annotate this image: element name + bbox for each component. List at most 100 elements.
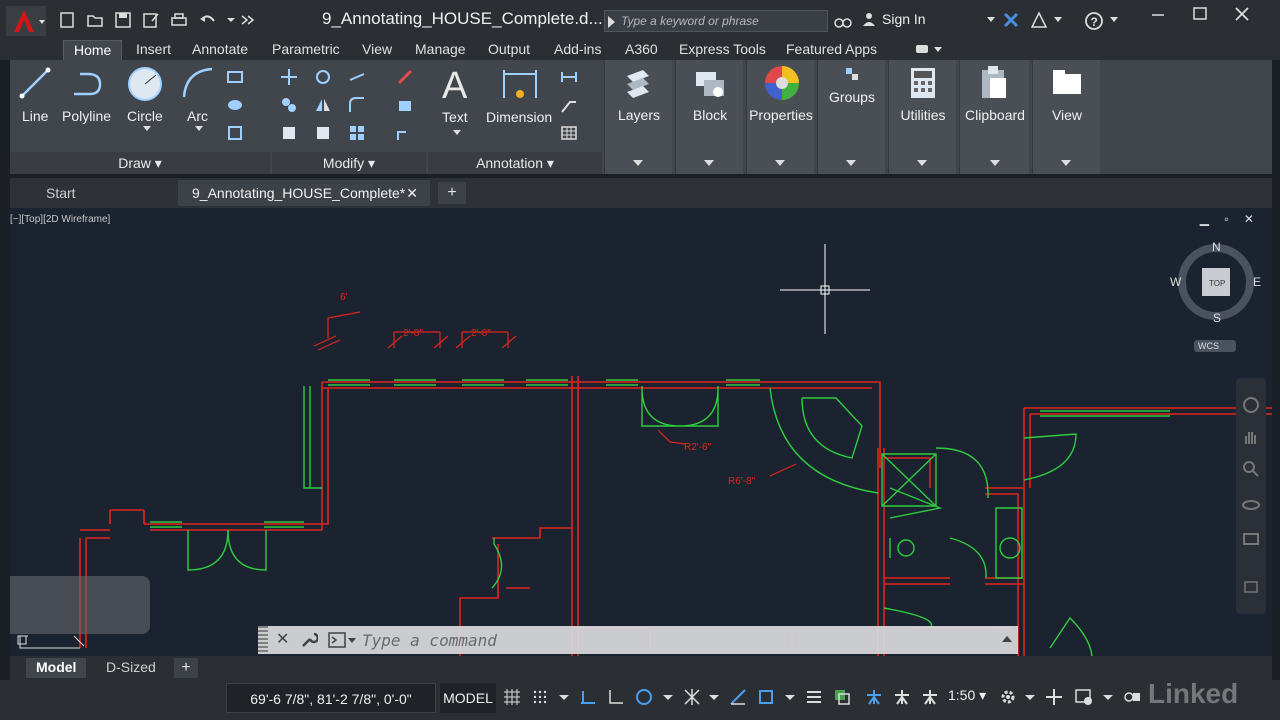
tab-d-sized[interactable]: D-Sized — [96, 658, 166, 678]
help-icon[interactable]: ? — [1084, 11, 1104, 31]
binoculars-icon[interactable] — [834, 12, 852, 30]
new-layout-button[interactable]: + — [174, 658, 198, 678]
command-input[interactable] — [362, 629, 962, 651]
auto-scale-icon[interactable] — [892, 687, 912, 707]
gear-icon[interactable] — [998, 687, 1018, 707]
chevron-down-icon[interactable] — [1052, 13, 1064, 25]
save-icon[interactable] — [114, 11, 132, 29]
dimension-icon[interactable] — [500, 64, 540, 104]
drawing-viewport[interactable]: 6' 2'-8" 2'-8" R2'-6" R6'-8" [−][Top][2D… — [10, 208, 1272, 656]
annotation-scale-icon[interactable] — [920, 687, 940, 707]
compass-east[interactable]: E — [1253, 275, 1261, 289]
block-panel[interactable]: Block — [675, 60, 743, 174]
annotation-panel-title[interactable]: Annotation ▾ — [428, 152, 602, 174]
copy-icon[interactable] — [280, 96, 298, 114]
arc-icon[interactable] — [180, 65, 216, 101]
steering-wheel-icon[interactable] — [1242, 396, 1260, 414]
viewport-controls-label[interactable]: [−][Top][2D Wireframe] — [10, 214, 110, 225]
annotation-visibility-icon[interactable] — [864, 687, 884, 707]
compass-west[interactable]: W — [1170, 275, 1182, 289]
tab-model[interactable]: Model — [26, 658, 87, 678]
close-icon[interactable]: ✕ — [276, 629, 289, 649]
tab-annotate[interactable]: Annotate — [182, 40, 258, 60]
wrench-icon[interactable] — [300, 631, 318, 649]
lineweight-icon[interactable] — [804, 687, 824, 707]
hatch-icon[interactable] — [226, 96, 244, 114]
maximize-icon[interactable] — [1180, 0, 1220, 30]
draw-panel-title[interactable]: Draw ▾ — [10, 152, 270, 174]
tab-manage[interactable]: Manage — [405, 40, 476, 60]
exchange-icon[interactable] — [1002, 11, 1020, 29]
circle-label[interactable]: Circle — [127, 108, 163, 124]
chevron-down-icon[interactable] — [1020, 687, 1040, 707]
save-as-icon[interactable] — [142, 11, 160, 29]
tab-express-tools[interactable]: Express Tools — [669, 40, 776, 60]
ribbon-options-icon[interactable] — [914, 42, 944, 56]
view-panel[interactable]: View — [1032, 60, 1100, 174]
coordinates-display[interactable]: 69'-6 7/8", 81'-2 7/8", 0'-0" — [226, 683, 436, 713]
annotation-scale-value[interactable]: 1:50 ▾ — [948, 687, 986, 704]
tab-insert[interactable]: Insert — [126, 40, 181, 60]
tab-parametric[interactable]: Parametric — [262, 40, 350, 60]
chevron-down-icon[interactable] — [554, 687, 574, 707]
zoom-icon[interactable] — [1242, 460, 1260, 478]
chevron-down-icon[interactable] — [450, 128, 464, 138]
line-label[interactable]: Line — [22, 108, 48, 124]
trim-icon[interactable] — [348, 68, 366, 86]
table-icon[interactable] — [560, 124, 578, 142]
erase-icon[interactable] — [396, 68, 414, 86]
chevron-up-icon[interactable] — [1002, 636, 1012, 642]
clipboard-panel[interactable]: Clipboard — [959, 60, 1029, 174]
dimension-label[interactable]: Dimension — [486, 109, 552, 125]
autocad-logo-icon[interactable] — [6, 6, 46, 36]
region-icon[interactable] — [226, 124, 244, 142]
leader-icon[interactable] — [560, 96, 578, 114]
showmotion-icon[interactable] — [1242, 530, 1260, 548]
array-icon[interactable] — [348, 124, 366, 142]
nav-menu-icon[interactable] — [1242, 578, 1260, 596]
text-label[interactable]: Text — [442, 109, 468, 125]
tab-add-ins[interactable]: Add-ins — [544, 40, 611, 60]
ortho-icon[interactable] — [606, 687, 626, 707]
chevron-down-icon[interactable] — [704, 687, 724, 707]
undo-icon[interactable] — [198, 11, 216, 29]
fillet-icon[interactable] — [348, 96, 366, 114]
text-icon[interactable]: A — [440, 64, 476, 104]
transparency-icon[interactable] — [832, 687, 852, 707]
object-snap-icon[interactable] — [756, 687, 776, 707]
linear-dimension-icon[interactable] — [560, 68, 578, 86]
new-tab-button[interactable]: + — [438, 182, 466, 204]
move-icon[interactable] — [280, 68, 298, 86]
search-box[interactable] — [604, 10, 828, 32]
more-icon[interactable] — [238, 11, 256, 29]
viewport-window-controls[interactable]: ▁ ▫ ✕ — [1200, 212, 1260, 226]
pan-hand-icon[interactable] — [1242, 428, 1260, 446]
infer-constraints-icon[interactable] — [578, 687, 598, 707]
polyline-icon[interactable] — [70, 66, 104, 100]
orbit-icon[interactable] — [1242, 496, 1260, 514]
tab-featured-apps[interactable]: Featured Apps — [776, 40, 887, 60]
command-line-grip[interactable] — [258, 626, 268, 654]
floor-plan-drawing[interactable]: 6' 2'-8" 2'-8" R2'-6" R6'-8" — [10, 208, 1272, 656]
search-input[interactable] — [621, 12, 821, 30]
minimize-icon[interactable] — [1138, 0, 1178, 30]
rotate-icon[interactable] — [314, 68, 332, 86]
chevron-down-icon[interactable] — [780, 687, 800, 707]
tab-start[interactable]: Start — [32, 180, 90, 206]
chevron-down-icon[interactable] — [985, 13, 997, 25]
workspace-icon[interactable] — [1074, 687, 1094, 707]
a360-icon[interactable] — [1030, 11, 1048, 29]
stretch-icon[interactable] — [280, 124, 298, 142]
modify-panel-title[interactable]: Modify ▾ — [272, 152, 426, 174]
command-history-icon[interactable] — [328, 631, 358, 649]
chevron-down-icon[interactable] — [192, 124, 206, 134]
chevron-down-icon[interactable] — [658, 687, 678, 707]
open-folder-icon[interactable] — [86, 11, 104, 29]
tab-document[interactable]: 9_Annotating_HOUSE_Complete* ✕ — [178, 180, 430, 206]
tab-view[interactable]: View — [352, 40, 402, 60]
compass-south[interactable]: S — [1213, 311, 1221, 325]
mirror-icon[interactable] — [314, 96, 332, 114]
plus-icon[interactable] — [1044, 687, 1064, 707]
polyline-label[interactable]: Polyline — [62, 108, 111, 124]
new-file-icon[interactable] — [58, 11, 76, 29]
